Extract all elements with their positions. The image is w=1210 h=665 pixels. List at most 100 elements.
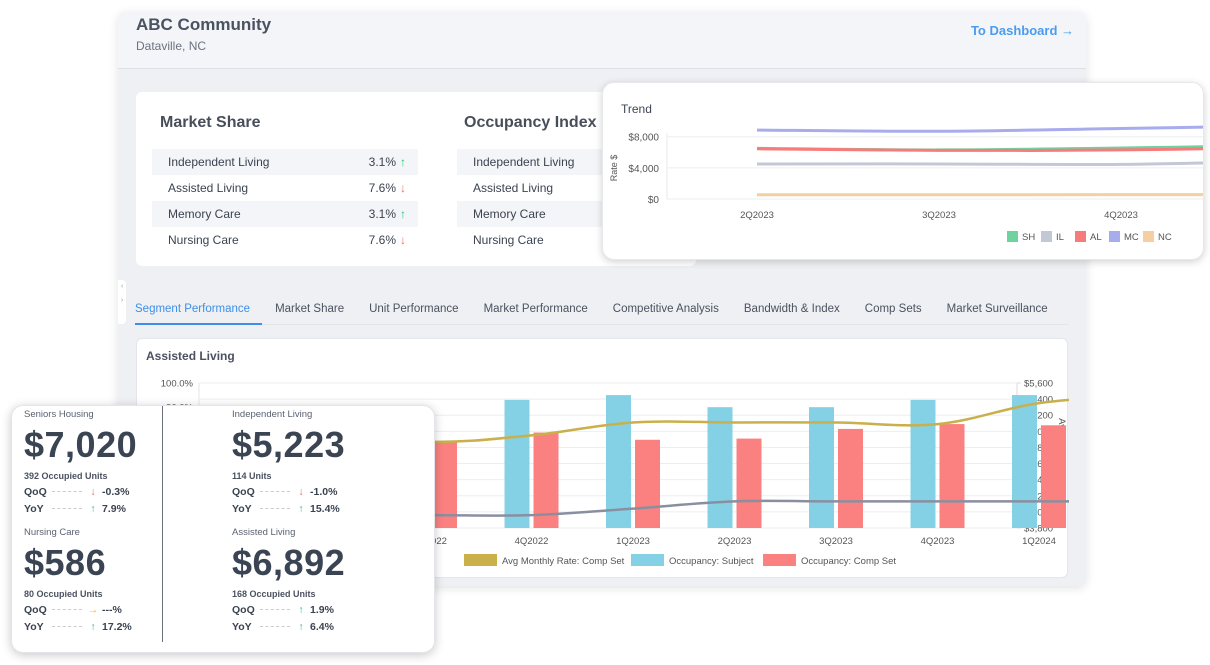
right-tick-label: $5,600	[1024, 379, 1053, 390]
arrow-down-icon: ↓	[298, 485, 304, 498]
trend-chart: $0$4,000$8,000Rate $2Q20233Q20234Q20231Q…	[609, 125, 1203, 243]
x-tick-label: 2Q2023	[740, 210, 774, 221]
tab-bandwidth-index[interactable]: Bandwidth & Index	[744, 295, 852, 325]
occupancy-index-title: Occupancy Index	[464, 114, 597, 131]
kpi-label: Independent Living	[232, 409, 313, 420]
segment-label: Assisted Living	[473, 181, 554, 195]
arrow-up-icon: ↑	[298, 502, 304, 515]
legend-swatch-nc	[1143, 231, 1154, 242]
qoq-value: -0.3%	[102, 485, 130, 498]
market-share-row: Memory Care 3.1% ↑	[152, 201, 418, 227]
kpi-label: Nursing Care	[24, 527, 80, 538]
arrow-up-icon: ↑	[90, 502, 96, 515]
legend-swatch	[763, 554, 796, 566]
arrow-up-icon: ↑	[298, 603, 304, 616]
dashed-leader	[52, 508, 82, 509]
arrow-right-icon: →	[87, 603, 99, 616]
segment-label: Memory Care	[473, 207, 546, 221]
qoq-value: 1.9%	[310, 603, 334, 616]
qoq-value: ---%	[102, 603, 122, 616]
yoy-label: YoY	[232, 502, 252, 515]
yoy-value: 6.4%	[310, 620, 334, 633]
tab-comp-sets[interactable]: Comp Sets	[865, 295, 934, 325]
legend-label: Occupancy: Subject	[669, 556, 754, 567]
kpi-units: 392 Occupied Units	[24, 471, 108, 481]
metric-value-group: 7.6% ↓	[369, 233, 406, 247]
expand-icon[interactable]: ›	[118, 294, 126, 308]
kpi-yoy-row: YoY ↑ 7.9%	[24, 502, 224, 515]
bar-occupancy-comp-set	[1041, 425, 1066, 528]
kpi-yoy-row: YoY ↑ 6.4%	[232, 620, 432, 633]
segment-label: Memory Care	[168, 207, 241, 221]
tab-market-share[interactable]: Market Share	[275, 295, 356, 325]
x-tick-label: 1Q2024	[1022, 536, 1056, 547]
yoy-label: YoY	[24, 620, 44, 633]
tab-market-performance[interactable]: Market Performance	[484, 295, 600, 325]
kpi-assisted-living: Assisted Living $6,892 168 Occupied Units Q…	[232, 527, 432, 633]
kpi-units: 168 Occupied Units	[232, 589, 316, 599]
segment-label: Nursing Care	[473, 233, 544, 247]
tab-competitive-analysis[interactable]: Competitive Analysis	[613, 295, 731, 325]
metric-value-group: 3.1% ↑	[369, 207, 406, 221]
bar-occupancy-comp-set	[635, 439, 660, 528]
segment-label: Independent Living	[168, 155, 270, 169]
legend-swatch-mc	[1109, 231, 1120, 242]
collapse-icon[interactable]: ‹	[118, 280, 126, 294]
dashed-leader	[52, 491, 82, 492]
arrow-down-icon: ↓	[400, 233, 406, 247]
y-tick-label: $8,000	[628, 133, 659, 144]
x-tick-label: 1Q2023	[616, 536, 650, 547]
tab-segment-performance[interactable]: Segment Performance	[135, 295, 263, 325]
kpi-yoy-row: YoY ↑ 17.2%	[24, 620, 224, 633]
series-line-il	[756, 161, 1203, 167]
yoy-value: 7.9%	[102, 502, 126, 515]
legend-label-sh: SH	[1022, 232, 1035, 243]
yoy-value: 15.4%	[310, 502, 340, 515]
x-tick-label: 4Q2023	[1104, 210, 1138, 221]
share-value: 7.6%	[368, 233, 396, 247]
share-value: 3.1%	[368, 207, 396, 221]
y-tick-label: $0	[648, 195, 660, 206]
y-axis-title: Rate $	[609, 155, 619, 182]
x-tick-label: 4Q2023	[921, 536, 955, 547]
kpi-label: Assisted Living	[232, 527, 296, 538]
yoy-label: YoY	[232, 620, 252, 633]
legend-swatch	[464, 554, 497, 566]
market-share-title: Market Share	[160, 114, 261, 131]
page-header: ABC Community Dataville, NC To Dashboard…	[118, 12, 1086, 69]
trend-card: Trend $0 $4,000 $8,000 Rate $2Q2023 3Q2023 4Q…	[602, 82, 1204, 260]
bar-occupancy-comp-set	[939, 424, 965, 528]
qoq-value: -1.0%	[310, 485, 338, 498]
qoq-label: QoQ	[24, 603, 47, 616]
bar-occupancy-subject	[707, 407, 733, 528]
metric-value-group: 3.1% ↑	[369, 155, 406, 169]
dashed-leader	[52, 609, 82, 610]
x-tick-label: 3Q2023	[819, 536, 853, 547]
tab-market-surveillance[interactable]: Market Surveillance	[947, 295, 1060, 325]
segment-label: Nursing Care	[168, 233, 239, 247]
legend-label-nc: NC	[1158, 232, 1172, 243]
y-tick-label: $4,000	[628, 164, 659, 175]
legend-label: Occupancy: Comp Set	[801, 556, 896, 567]
bar-occupancy-subject	[504, 399, 530, 528]
kpi-value: $7,020	[24, 424, 138, 465]
left-tick-label: 100.0%	[161, 379, 194, 390]
bar-occupancy-comp-set	[736, 438, 762, 528]
community-location: Dataville, NC	[136, 39, 207, 53]
yoy-label: YoY	[24, 502, 44, 515]
metric-value-group: 7.6% ↓	[369, 181, 406, 195]
bar-occupancy-comp-set	[838, 428, 863, 528]
sidebar-toggle[interactable]: ‹ ›	[118, 280, 126, 324]
arrow-down-icon: ↓	[90, 485, 96, 498]
kpi-label: Seniors Housing	[24, 409, 94, 420]
tab-unit-performance[interactable]: Unit Performance	[369, 295, 470, 325]
dashed-leader	[260, 626, 290, 627]
qoq-label: QoQ	[232, 485, 255, 498]
kpi-qoq-row: QoQ → ---%	[24, 603, 224, 616]
to-dashboard-link[interactable]: To Dashboard →	[971, 23, 1074, 38]
x-tick-label: 3Q2023	[922, 210, 956, 221]
qoq-label: QoQ	[24, 485, 47, 498]
kpi-qoq-row: QoQ ↑ 1.9%	[232, 603, 432, 616]
segment-label: Independent Living	[473, 155, 575, 169]
x-tick-label: 2Q2023	[718, 536, 752, 547]
